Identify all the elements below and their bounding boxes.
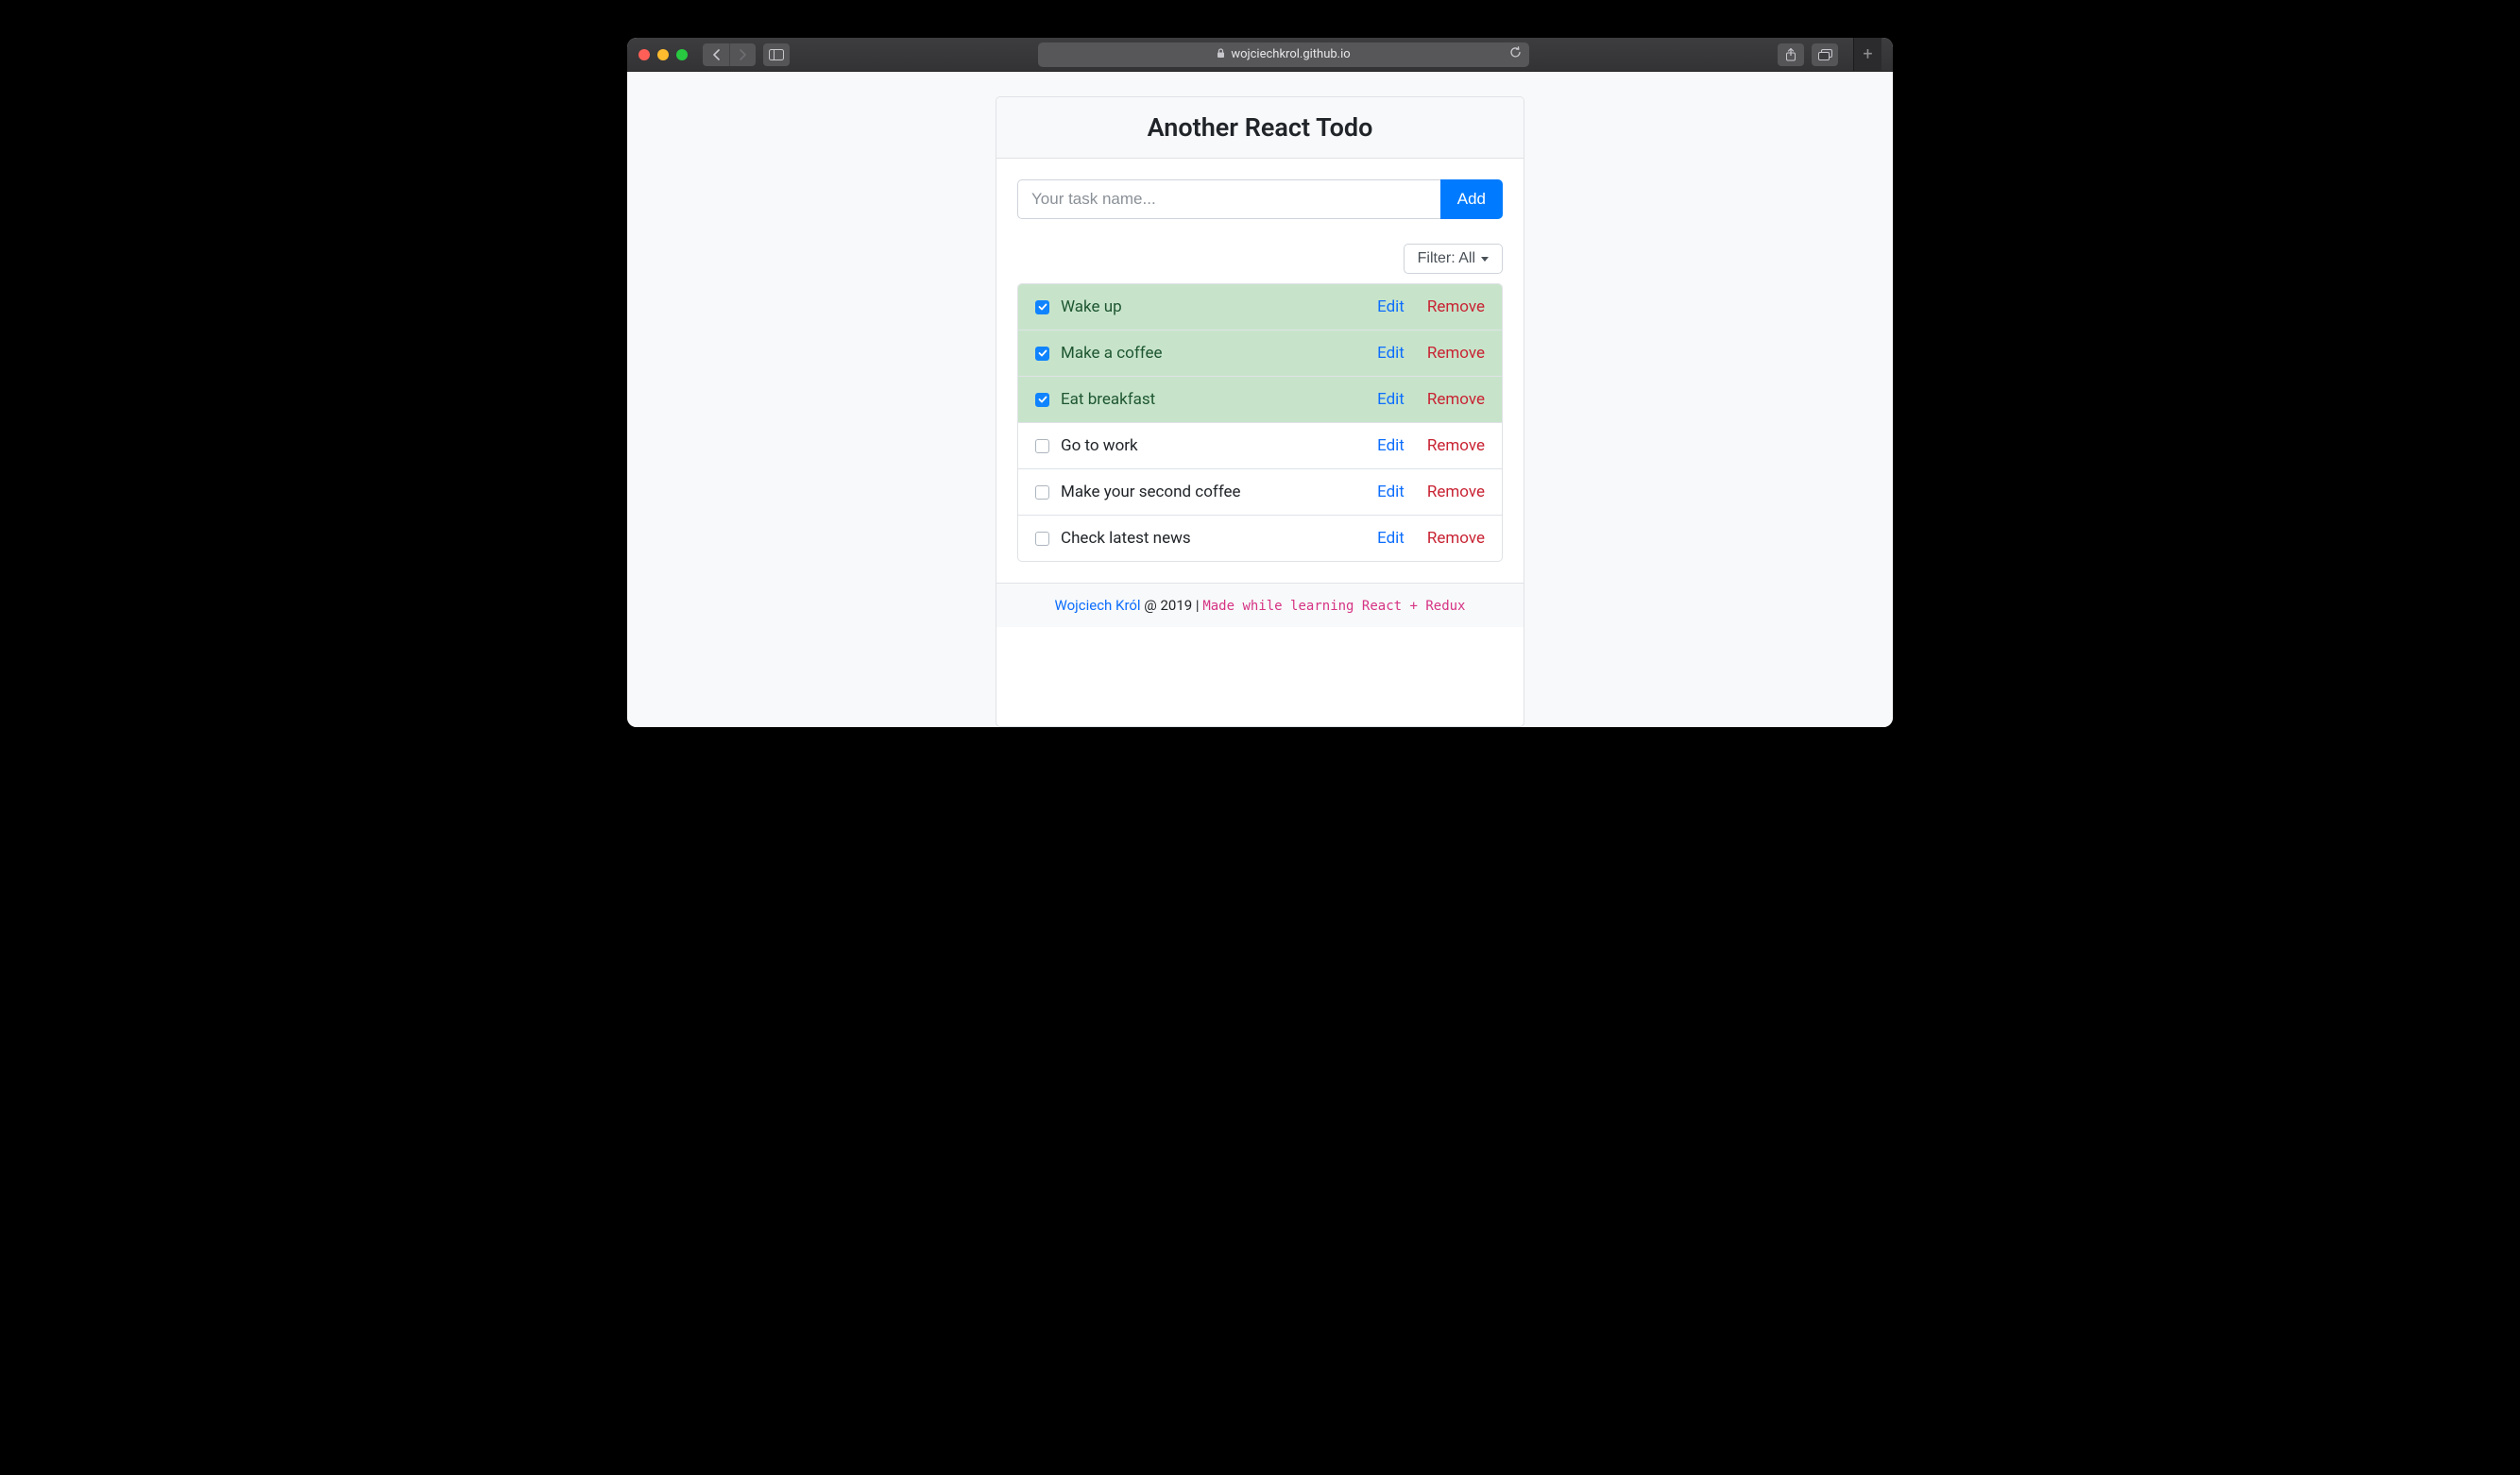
footer-note: Made while learning React + Redux <box>1202 599 1465 614</box>
browser-titlebar: wojciechkrol.github.io + <box>627 38 1893 72</box>
page-title: Another React Todo <box>1015 112 1505 143</box>
edit-link[interactable]: Edit <box>1377 344 1405 363</box>
todo-checkbox[interactable] <box>1035 485 1049 500</box>
todo-item: Wake upEdit Remove <box>1018 284 1502 331</box>
edit-link[interactable]: Edit <box>1377 483 1405 501</box>
tabs-button[interactable] <box>1812 43 1838 66</box>
url-text: wojciechkrol.github.io <box>1231 47 1350 61</box>
lock-icon <box>1217 48 1225 61</box>
chevron-down-icon <box>1481 257 1489 262</box>
todo-text: Check latest news <box>1061 529 1377 548</box>
back-button[interactable] <box>703 43 729 66</box>
address-bar[interactable]: wojciechkrol.github.io <box>1038 42 1529 67</box>
reload-button[interactable] <box>1509 46 1522 62</box>
sidebar-button[interactable] <box>763 43 790 66</box>
forward-button[interactable] <box>729 43 756 66</box>
edit-link[interactable]: Edit <box>1377 529 1405 548</box>
remove-link[interactable]: Remove <box>1427 344 1485 363</box>
card-header: Another React Todo <box>996 97 1524 159</box>
todo-item: Make your second coffeeEdit Remove <box>1018 469 1502 516</box>
close-window-button[interactable] <box>639 49 650 60</box>
footer-year: @ 2019 | <box>1141 597 1203 614</box>
todo-checkbox[interactable] <box>1035 300 1049 314</box>
todo-item: Make a coffeeEdit Remove <box>1018 331 1502 377</box>
todo-text: Make your second coffee <box>1061 483 1377 501</box>
todo-list: Wake upEditRemoveMake a coffeeEditRemove… <box>1017 283 1503 562</box>
todo-checkbox[interactable] <box>1035 347 1049 361</box>
remove-link[interactable]: Remove <box>1427 297 1485 316</box>
add-button[interactable]: Add <box>1440 179 1503 219</box>
remove-link[interactable]: Remove <box>1427 529 1485 548</box>
fullscreen-window-button[interactable] <box>676 49 688 60</box>
todo-item: Eat breakfastEdit Remove <box>1018 377 1502 423</box>
todo-item: Check latest newsEdit Remove <box>1018 516 1502 561</box>
page-viewport: Another React Todo Add Filter: All Wake … <box>627 72 1893 727</box>
todo-checkbox[interactable] <box>1035 532 1049 546</box>
edit-link[interactable]: Edit <box>1377 297 1405 316</box>
remove-link[interactable]: Remove <box>1427 483 1485 501</box>
todo-text: Eat breakfast <box>1061 390 1377 409</box>
todo-checkbox[interactable] <box>1035 439 1049 453</box>
edit-link[interactable]: Edit <box>1377 436 1405 455</box>
remove-link[interactable]: Remove <box>1427 436 1485 455</box>
share-button[interactable] <box>1778 43 1804 66</box>
new-tab-button[interactable]: + <box>1853 38 1881 71</box>
edit-link[interactable]: Edit <box>1377 390 1405 409</box>
filter-label: Filter: All <box>1418 250 1475 267</box>
task-input[interactable] <box>1017 179 1440 219</box>
todo-item: Go to workEdit Remove <box>1018 423 1502 469</box>
todo-text: Go to work <box>1061 436 1377 455</box>
todo-text: Make a coffee <box>1061 344 1377 363</box>
todo-card: Another React Todo Add Filter: All Wake … <box>996 96 1524 727</box>
minimize-window-button[interactable] <box>657 49 669 60</box>
todo-checkbox[interactable] <box>1035 393 1049 407</box>
window-controls <box>639 49 688 60</box>
todo-text: Wake up <box>1061 297 1377 316</box>
remove-link[interactable]: Remove <box>1427 390 1485 409</box>
nav-buttons <box>703 43 756 66</box>
filter-dropdown[interactable]: Filter: All <box>1404 244 1503 274</box>
author-link[interactable]: Wojciech Król <box>1055 597 1141 614</box>
card-footer: Wojciech Król @ 2019 | Made while learni… <box>996 583 1524 627</box>
browser-window: wojciechkrol.github.io + Another React T… <box>627 38 1893 727</box>
